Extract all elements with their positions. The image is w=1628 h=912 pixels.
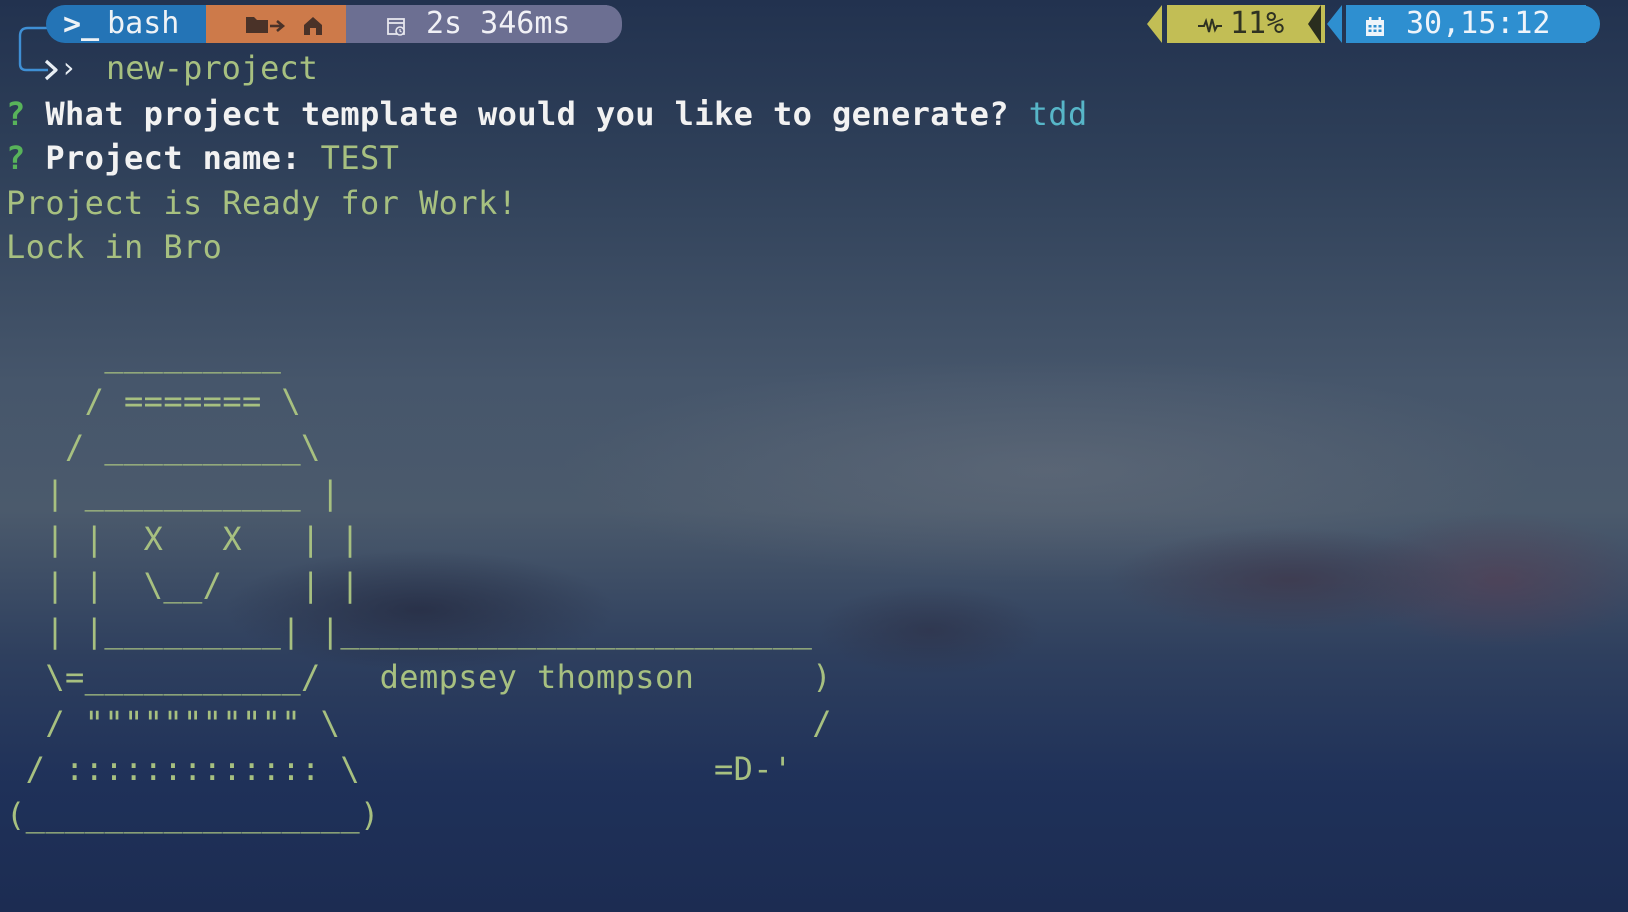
question-name-line: ? Project name: TEST — [6, 138, 399, 178]
cpu-segment-arrow — [1147, 5, 1162, 43]
clock-segment: 30,15:12 — [1346, 5, 1586, 43]
shell-segment: >_ bash — [63, 5, 206, 43]
question-mark: ? — [6, 95, 26, 133]
ascii-art-computer: _________ / ======= \ / __________\ | __… — [6, 336, 832, 834]
lock-message: Lock in Bro — [6, 228, 223, 266]
home-icon — [302, 15, 324, 37]
folder-arrow-icon — [244, 14, 288, 36]
exec-time-label: 2s 346ms — [426, 6, 571, 41]
cpu-usage-label: 11% — [1230, 6, 1285, 41]
question-template-answer: tdd — [1028, 95, 1088, 133]
stopwatch-icon — [386, 17, 408, 37]
ready-message: Project is Ready for Work! — [6, 184, 518, 222]
directory-segment — [206, 5, 346, 43]
clock-label: 30,15:12 — [1406, 6, 1551, 41]
question-template-line: ? What project template would you like t… — [6, 94, 1088, 134]
command-chevron: › — [60, 51, 77, 84]
shell-name: bash — [107, 6, 180, 41]
exec-time-segment: 2s 346ms — [346, 5, 607, 43]
pulse-icon — [1197, 17, 1223, 35]
cpu-separator-arrow — [1308, 5, 1321, 43]
question-name-text: Project name: — [45, 139, 301, 177]
clock-segment-arrow — [1327, 5, 1342, 43]
question-template-text: What project template would you like to … — [45, 95, 1009, 133]
calendar-icon — [1364, 16, 1386, 38]
question-mark: ? — [6, 139, 26, 177]
question-name-answer: TEST — [320, 139, 400, 177]
cpu-segment: 11% — [1167, 5, 1325, 43]
terminal-icon: >_ — [63, 6, 100, 42]
command-text: new-project — [106, 49, 318, 87]
